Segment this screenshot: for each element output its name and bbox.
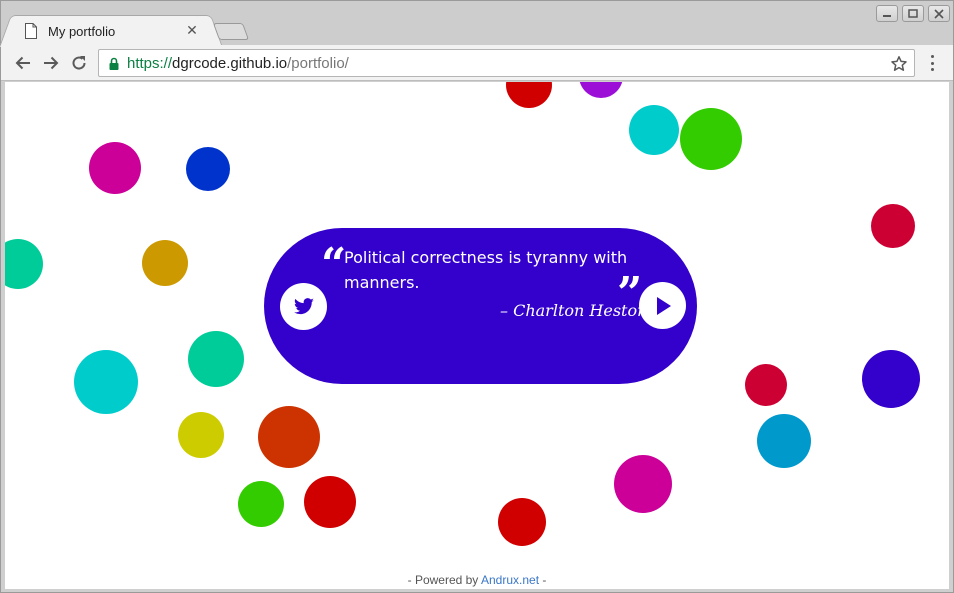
decorative-bubble <box>757 414 811 468</box>
decorative-bubble <box>178 412 224 458</box>
lock-icon <box>109 57 119 70</box>
tweet-button[interactable] <box>280 283 327 330</box>
footer-prefix: - Powered by <box>407 573 481 587</box>
window-close-button[interactable] <box>928 5 950 22</box>
decorative-bubble <box>258 406 320 468</box>
kebab-menu-icon[interactable] <box>925 54 939 72</box>
decorative-bubble <box>629 105 679 155</box>
back-button[interactable] <box>12 52 34 74</box>
footer: - Powered by Andrux.net - <box>5 573 949 587</box>
url-scheme: https:// <box>127 55 173 72</box>
browser-window: My portfolio ✕ https://dgrcode.github.io… <box>0 0 954 593</box>
next-quote-button[interactable] <box>639 282 686 329</box>
decorative-bubble <box>614 455 672 513</box>
twitter-icon <box>293 297 314 314</box>
open-quote-mark: “ <box>321 239 347 290</box>
url-text[interactable]: https://dgrcode.github.io/portfolio/ <box>127 55 349 72</box>
decorative-bubble <box>680 108 742 170</box>
decorative-bubble <box>745 364 787 406</box>
tab-close-icon[interactable]: ✕ <box>184 23 200 39</box>
forward-button[interactable] <box>40 52 62 74</box>
bookmark-star-icon[interactable] <box>890 55 908 73</box>
minimize-icon <box>883 14 891 17</box>
decorative-bubble <box>188 331 244 387</box>
decorative-bubble <box>506 82 552 108</box>
browser-toolbar: https://dgrcode.github.io/portfolio/ <box>1 45 953 81</box>
decorative-bubble <box>5 239 43 289</box>
reload-button[interactable] <box>68 52 90 74</box>
decorative-bubble <box>579 82 623 98</box>
tab-my-portfolio[interactable]: My portfolio ✕ <box>11 15 211 46</box>
quote-text: Political correctness is tyranny with ma… <box>344 248 628 292</box>
quote-author: – Charlton Heston <box>500 301 648 320</box>
play-icon <box>656 296 671 315</box>
arrow-right-icon <box>44 56 59 70</box>
url-host: dgrcode.github.io <box>172 55 288 72</box>
decorative-bubble <box>304 476 356 528</box>
decorative-bubble <box>142 240 188 286</box>
decorative-bubble <box>74 350 138 414</box>
new-tab-button[interactable] <box>212 23 250 40</box>
decorative-bubble <box>498 498 546 546</box>
quote-card: “ Political correctness is tyranny with … <box>264 228 697 384</box>
decorative-bubble <box>238 481 284 527</box>
url-path: /portfolio/ <box>287 55 349 72</box>
tab-title: My portfolio <box>48 23 116 39</box>
address-bar[interactable]: https://dgrcode.github.io/portfolio/ <box>98 49 915 77</box>
decorative-bubble <box>89 142 141 194</box>
minimize-button[interactable] <box>876 5 898 22</box>
decorative-bubble <box>871 204 915 248</box>
decorative-bubble <box>186 147 230 191</box>
arrow-left-icon <box>15 56 30 70</box>
andrux-link[interactable]: Andrux.net <box>481 573 539 587</box>
tab-strip: My portfolio ✕ <box>1 1 953 46</box>
maximize-button[interactable] <box>902 5 924 22</box>
maximize-icon <box>908 9 918 18</box>
footer-suffix: - <box>539 573 547 587</box>
page-icon <box>25 23 37 39</box>
page-viewport: “ Political correctness is tyranny with … <box>5 82 949 589</box>
close-icon <box>934 8 944 19</box>
decorative-bubble <box>862 350 920 408</box>
reload-icon <box>72 56 86 70</box>
